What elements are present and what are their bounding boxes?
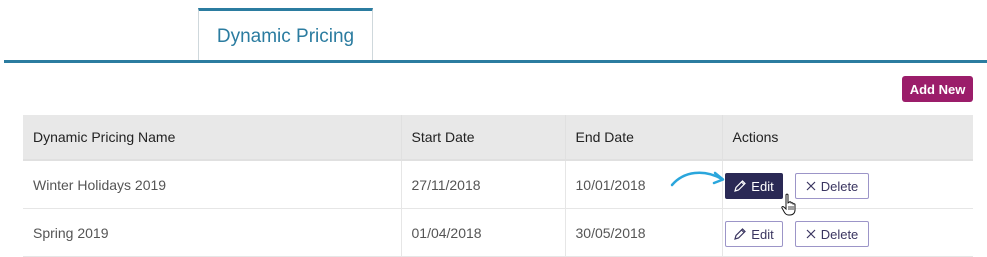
delete-button[interactable]: Delete: [794, 173, 869, 199]
curved-arrow-icon: [670, 171, 725, 187]
tab-bar: Dynamic Pricing: [4, 0, 987, 64]
tab-underline: [4, 60, 987, 63]
delete-label: Delete: [820, 226, 859, 242]
delete-label: Delete: [820, 178, 859, 194]
edit-label: Edit: [751, 226, 774, 242]
table-row: Spring 2019 01/04/2018 30/05/2018 Edit D…: [23, 208, 973, 257]
start-date-cell: 27/11/2018: [401, 159, 566, 209]
table-header-row: Dynamic Pricing Name Start Date End Date…: [23, 115, 973, 160]
column-header-start-date[interactable]: Start Date: [401, 115, 566, 160]
column-header-actions: Actions: [722, 115, 973, 160]
pricing-name-cell: Winter Holidays 2019: [23, 159, 402, 209]
hand-cursor-icon: [781, 193, 796, 216]
close-icon: [806, 181, 816, 191]
pencil-icon: [734, 180, 747, 192]
pencil-icon: [734, 228, 747, 240]
column-header-name[interactable]: Dynamic Pricing Name: [23, 115, 402, 160]
end-date-cell: 30/05/2018: [565, 208, 723, 257]
edit-button[interactable]: Edit: [724, 221, 783, 247]
start-date-cell: 01/04/2018: [401, 208, 566, 257]
close-icon: [806, 229, 816, 239]
edit-label: Edit: [751, 178, 774, 194]
actions-cell: Edit Delete: [722, 159, 973, 209]
tab-dynamic-pricing[interactable]: Dynamic Pricing: [198, 8, 373, 63]
delete-button[interactable]: Delete: [794, 221, 869, 247]
pricing-name-cell: Spring 2019: [23, 208, 402, 257]
actions-cell: Edit Delete: [722, 208, 973, 257]
column-header-end-date[interactable]: End Date: [565, 115, 723, 160]
dynamic-pricing-table: Dynamic Pricing Name Start Date End Date…: [23, 115, 973, 257]
tab-label: Dynamic Pricing: [216, 26, 355, 47]
table-row: Winter Holidays 2019 27/11/2018 10/01/20…: [23, 159, 973, 209]
add-new-button[interactable]: Add New: [902, 76, 973, 102]
edit-button[interactable]: Edit: [724, 173, 783, 199]
